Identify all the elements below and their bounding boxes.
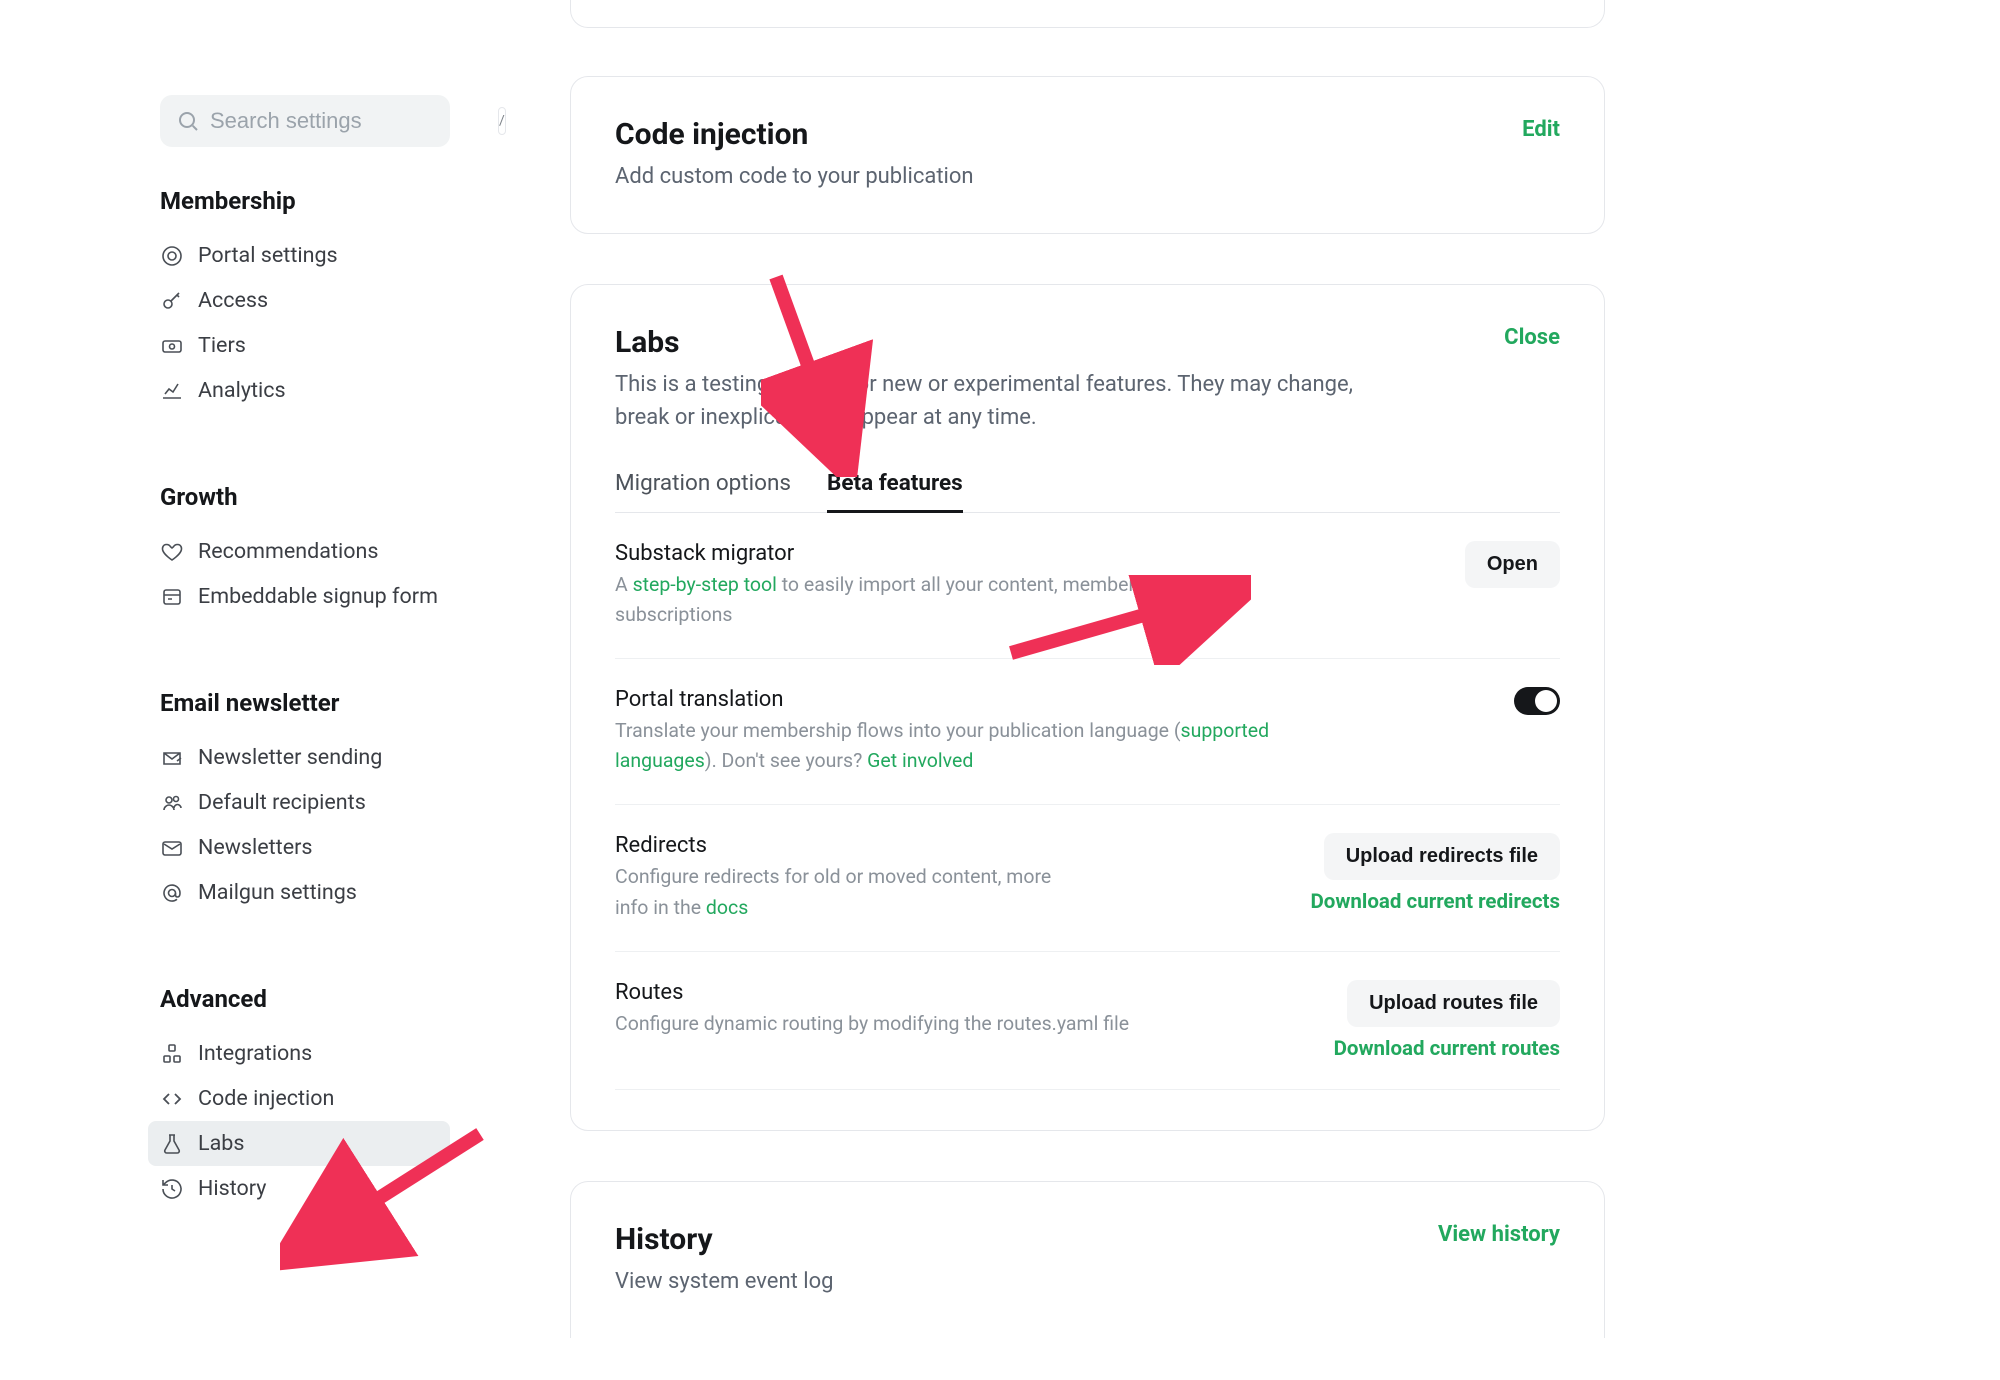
key-icon	[160, 289, 184, 313]
feature-routes: Routes Configure dynamic routing by modi…	[615, 952, 1560, 1090]
download-routes-link[interactable]: Download current routes	[1334, 1037, 1560, 1061]
nav-label: Tiers	[198, 333, 246, 358]
nav-item-integrations[interactable]: Integrations	[148, 1031, 450, 1076]
feature-title: Routes	[615, 980, 1304, 1005]
heart-icon	[160, 540, 184, 564]
card-subtitle: Add custom code to your publication	[615, 160, 974, 193]
nav-item-recommendations[interactable]: Recommendations	[148, 529, 450, 574]
section-title: Advanced	[160, 985, 450, 1013]
nav-item-code-injection[interactable]: Code injection	[148, 1076, 450, 1121]
section-title: Membership	[160, 187, 450, 215]
card-code-injection: Code injection Add custom code to your p…	[570, 76, 1605, 234]
card-labs: Labs This is a testing ground for new or…	[570, 284, 1605, 1131]
code-icon	[160, 1087, 184, 1111]
main-content: Code injection Add custom code to your p…	[570, 0, 1605, 1338]
nav-group-email: Email newsletter Newsletter sending Defa…	[160, 689, 450, 915]
nav-label: Mailgun settings	[198, 880, 357, 905]
view-history-button[interactable]: View history	[1438, 1222, 1560, 1247]
nav-item-mailgun-settings[interactable]: Mailgun settings	[148, 870, 450, 915]
feature-desc: A step-by-step tool to easily import all…	[615, 570, 1345, 630]
chart-icon	[160, 379, 184, 403]
nav-label: Recommendations	[198, 539, 378, 564]
nav-item-portal-settings[interactable]: Portal settings	[148, 233, 450, 278]
card-subtitle: View system event log	[615, 1265, 834, 1298]
section-title: Email newsletter	[160, 689, 450, 717]
form-icon	[160, 585, 184, 609]
card-title: Labs	[615, 325, 1375, 360]
feature-title: Substack migrator	[615, 541, 1345, 566]
portal-icon	[160, 244, 184, 268]
nav-group-advanced: Advanced Integrations Code injection Lab…	[160, 985, 450, 1211]
tab-migration-options[interactable]: Migration options	[615, 470, 791, 513]
mail-icon	[160, 836, 184, 860]
docs-link[interactable]: docs	[706, 896, 748, 919]
nav-label: Embeddable signup form	[198, 584, 438, 609]
nav-label: Access	[198, 288, 268, 313]
send-icon	[160, 746, 184, 770]
search-shortcut-badge: /	[498, 107, 506, 135]
nav-label: Default recipients	[198, 790, 366, 815]
nav-group-growth: Growth Recommendations Embeddable signup…	[160, 483, 450, 619]
portal-translation-toggle[interactable]	[1514, 687, 1560, 715]
nav-item-analytics[interactable]: Analytics	[148, 368, 450, 413]
feature-title: Redirects	[615, 833, 1055, 858]
users-icon	[160, 791, 184, 815]
feature-substack-migrator: Substack migrator A step-by-step tool to…	[615, 513, 1560, 659]
card-subtitle: This is a testing ground for new or expe…	[615, 368, 1375, 434]
nav-label: Code injection	[198, 1086, 334, 1111]
feature-desc: Configure dynamic routing by modifying t…	[615, 1009, 1304, 1039]
open-button[interactable]: Open	[1465, 541, 1560, 588]
nav-label: Newsletter sending	[198, 745, 382, 770]
cash-icon	[160, 334, 184, 358]
get-involved-link[interactable]: Get involved	[867, 749, 973, 772]
nav-item-access[interactable]: Access	[148, 278, 450, 323]
search-input[interactable]	[210, 108, 498, 134]
nav-item-default-recipients[interactable]: Default recipients	[148, 780, 450, 825]
history-icon	[160, 1177, 184, 1201]
section-title: Growth	[160, 483, 450, 511]
feature-redirects: Redirects Configure redirects for old or…	[615, 805, 1560, 951]
card-title: Code injection	[615, 117, 974, 152]
nav-item-newsletter-sending[interactable]: Newsletter sending	[148, 735, 450, 780]
card-history: History View system event log View histo…	[570, 1181, 1605, 1338]
search-input-wrapper[interactable]: /	[160, 95, 450, 147]
nav-label: Analytics	[198, 378, 286, 403]
card-title: History	[615, 1222, 834, 1257]
nav-label: Newsletters	[198, 835, 312, 860]
nav-item-labs[interactable]: Labs	[148, 1121, 450, 1166]
sidebar: / Membership Portal settings Access Tier…	[40, 0, 450, 1338]
edit-button[interactable]: Edit	[1522, 117, 1560, 142]
previous-card-edge	[570, 0, 1605, 28]
blocks-icon	[160, 1042, 184, 1066]
tab-beta-features[interactable]: Beta features	[827, 470, 963, 513]
nav-label: Integrations	[198, 1041, 312, 1066]
nav-item-newsletters[interactable]: Newsletters	[148, 825, 450, 870]
nav-label: History	[198, 1176, 266, 1201]
step-by-step-link[interactable]: step-by-step tool	[633, 573, 777, 596]
feature-desc: Translate your membership flows into you…	[615, 716, 1345, 776]
download-redirects-link[interactable]: Download current redirects	[1310, 890, 1560, 914]
nav-label: Portal settings	[198, 243, 338, 268]
nav-item-embeddable-signup[interactable]: Embeddable signup form	[148, 574, 450, 619]
at-icon	[160, 881, 184, 905]
close-button[interactable]: Close	[1504, 325, 1560, 350]
feature-portal-translation: Portal translation Translate your member…	[615, 659, 1560, 805]
upload-routes-button[interactable]: Upload routes file	[1347, 980, 1560, 1027]
labs-tabs: Migration options Beta features	[615, 470, 1560, 513]
search-icon	[176, 109, 200, 133]
nav-item-tiers[interactable]: Tiers	[148, 323, 450, 368]
upload-redirects-button[interactable]: Upload redirects file	[1324, 833, 1560, 880]
nav-group-membership: Membership Portal settings Access Tiers …	[160, 187, 450, 413]
flask-icon	[160, 1132, 184, 1156]
feature-desc: Configure redirects for old or moved con…	[615, 862, 1055, 922]
nav-label: Labs	[198, 1131, 244, 1156]
nav-item-history[interactable]: History	[148, 1166, 450, 1211]
feature-title: Portal translation	[615, 687, 1345, 712]
